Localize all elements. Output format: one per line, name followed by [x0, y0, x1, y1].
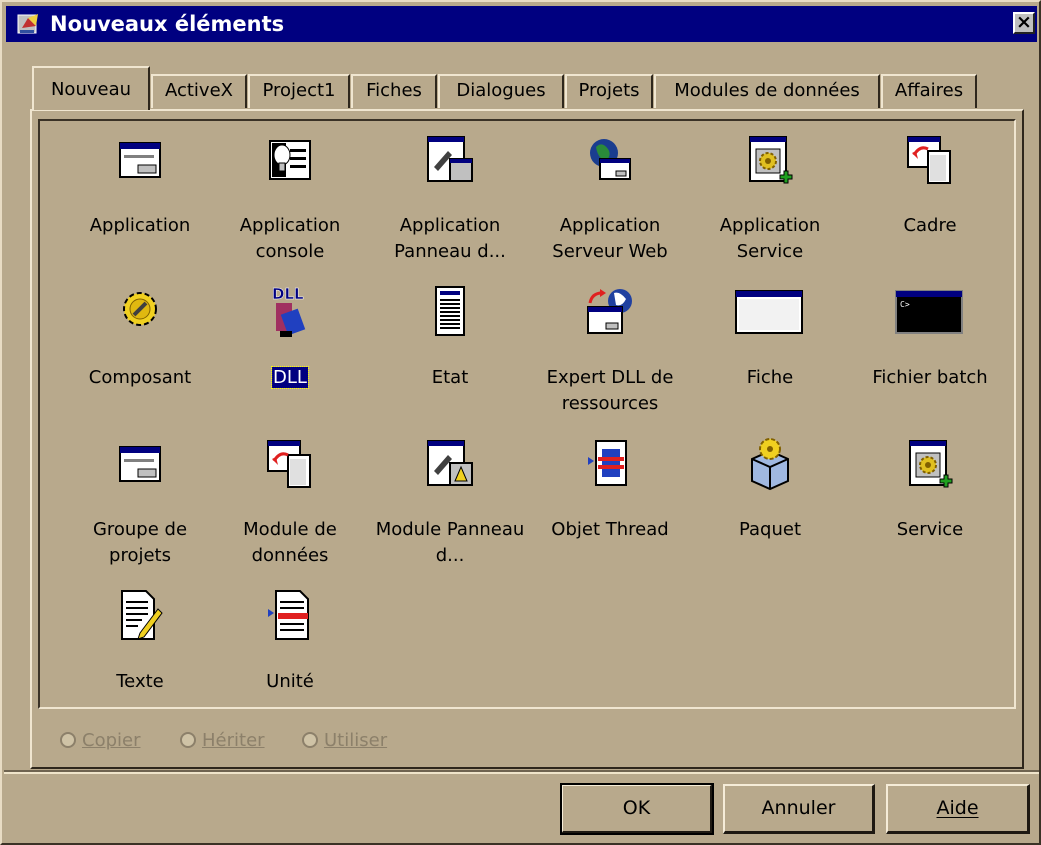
tab-dialogues[interactable]: Dialogues	[438, 74, 564, 108]
item-label: Unité	[266, 671, 314, 692]
control-panel-module-icon	[426, 435, 474, 493]
component-gear-icon	[116, 283, 164, 341]
divider	[4, 770, 1039, 774]
list-item-composant[interactable]: Composant	[60, 283, 220, 423]
form-icon	[734, 283, 806, 341]
item-label: Module Panneau d...	[375, 519, 525, 566]
item-label: DLL	[271, 365, 309, 391]
item-label: Application console	[239, 215, 341, 262]
selected-item-label: DLL	[271, 366, 309, 389]
dll-icon: DLL	[266, 283, 314, 341]
svg-text:C>: C>	[900, 300, 910, 309]
list-item-application-panneau[interactable]: Application Panneau d...	[370, 131, 530, 271]
item-label: Fiche	[746, 367, 794, 388]
data-module-icon	[266, 435, 314, 493]
inherit-radio-label: Hériter	[202, 730, 265, 751]
tab-fiches[interactable]: Fiches	[351, 74, 437, 108]
list-item-texte[interactable]: Texte	[60, 587, 220, 727]
list-item-module-panneau[interactable]: Module Panneau d...	[370, 435, 530, 575]
item-label: Application Serveur Web	[552, 215, 668, 262]
list-item-unite[interactable]: Unité	[210, 587, 370, 727]
project-group-icon	[116, 435, 164, 493]
tab-modules-de-donnees[interactable]: Modules de données	[654, 74, 880, 108]
item-label: Composant	[88, 367, 192, 388]
list-item-application-service[interactable]: Application Service	[690, 131, 850, 271]
web-server-application-icon	[586, 131, 634, 189]
list-item-groupe-de-projets[interactable]: Groupe de projets	[60, 435, 220, 575]
item-label: Expert DLL de ressources	[546, 367, 674, 414]
cancel-button[interactable]: Annuler	[723, 784, 875, 834]
item-label: Paquet	[738, 519, 802, 540]
list-item-paquet[interactable]: Paquet	[690, 435, 850, 575]
frame-icon	[906, 131, 954, 189]
unit-icon	[266, 587, 314, 645]
service-application-icon	[746, 131, 794, 189]
item-label: Module de données	[243, 519, 337, 566]
item-label: Application Service	[719, 215, 821, 262]
list-item-service[interactable]: Service	[850, 435, 1010, 575]
tab-project1[interactable]: Project1	[248, 74, 350, 108]
list-item-module-de-donnees[interactable]: Module de données	[210, 435, 370, 575]
list-item-fiche[interactable]: Fiche	[690, 283, 850, 423]
item-label: Fichier batch	[872, 367, 988, 388]
delphi-app-icon	[16, 12, 42, 36]
radio-circle	[302, 732, 318, 748]
tab-activex[interactable]: ActiveX	[151, 74, 247, 108]
tab-projets[interactable]: Projets	[565, 74, 653, 108]
list-item-etat[interactable]: Etat	[370, 283, 530, 423]
list-item-expert-dll[interactable]: Expert DLL de ressources	[530, 283, 690, 423]
item-label: Application	[89, 215, 191, 236]
thread-object-icon	[586, 435, 634, 493]
console-application-icon	[266, 131, 314, 189]
application-icon	[116, 131, 164, 189]
title-bar[interactable]: Nouveaux éléments ×	[6, 6, 1037, 42]
tab-nouveau[interactable]: Nouveau	[32, 66, 150, 110]
new-items-dialog: Nouveaux éléments × Nouveau ActiveX Proj…	[0, 0, 1041, 845]
radio-circle	[60, 732, 76, 748]
copy-radio-label: Copier	[82, 730, 141, 751]
items-list[interactable]: Application Application console Applicat…	[38, 119, 1016, 709]
list-item-application[interactable]: Application	[60, 131, 220, 271]
ok-button[interactable]: OK	[560, 783, 714, 835]
help-button-label: Aide	[936, 797, 979, 819]
item-label: Service	[896, 519, 964, 540]
item-label: Objet Thread	[551, 519, 669, 540]
item-label: Groupe de projets	[92, 519, 188, 566]
package-icon	[746, 435, 794, 493]
service-icon	[906, 435, 954, 493]
list-item-dll[interactable]: DLL DLL	[210, 283, 370, 423]
list-item-application-serveur-web[interactable]: Application Serveur Web	[530, 131, 690, 271]
window-title: Nouveaux éléments	[50, 12, 285, 36]
close-button[interactable]: ×	[1013, 12, 1035, 34]
batch-file-icon: C>	[894, 283, 966, 341]
item-label: Etat	[431, 367, 469, 388]
resource-dll-wizard-icon	[586, 283, 634, 341]
help-button[interactable]: Aide	[886, 784, 1030, 834]
tab-affaires[interactable]: Affaires	[881, 74, 977, 108]
list-item-fichier-batch[interactable]: C> Fichier batch	[850, 283, 1010, 423]
list-item-application-console[interactable]: Application console	[210, 131, 370, 271]
control-panel-application-icon	[426, 131, 474, 189]
text-file-icon	[116, 587, 164, 645]
list-item-cadre[interactable]: Cadre	[850, 131, 1010, 271]
item-label: Application Panneau d...	[394, 215, 506, 262]
list-item-objet-thread[interactable]: Objet Thread	[530, 435, 690, 575]
item-label: Cadre	[903, 215, 957, 236]
use-radio-label: Utiliser	[324, 730, 388, 751]
item-label: Texte	[116, 671, 164, 692]
radio-circle	[180, 732, 196, 748]
svg-text:DLL: DLL	[272, 285, 304, 303]
report-icon	[426, 283, 474, 341]
